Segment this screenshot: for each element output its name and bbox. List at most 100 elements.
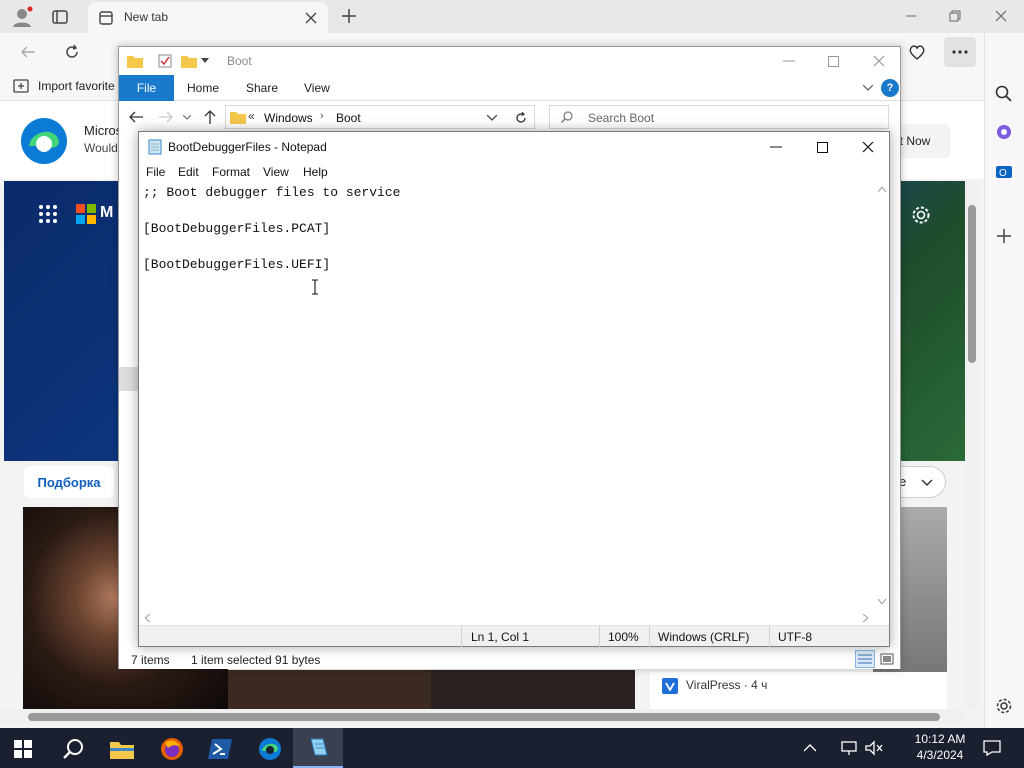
import-favorites-link[interactable]: Import favorite [38, 79, 115, 93]
minimize-icon[interactable] [898, 6, 924, 26]
microsoft-logo-icon [75, 203, 97, 225]
notepad-content[interactable]: ;; Boot debugger files to service [BootD… [143, 184, 400, 274]
search-icon[interactable] [991, 81, 1017, 107]
notifications-icon[interactable] [980, 736, 1004, 760]
edge-sidebar: O [984, 33, 1024, 728]
taskbar [0, 728, 1024, 768]
text-cursor-icon [309, 278, 321, 296]
recent-locations-icon[interactable] [181, 111, 193, 123]
selection-info: 1 item selected 91 bytes [191, 653, 321, 667]
tab-actions-icon[interactable] [50, 7, 70, 27]
menu-view[interactable]: View [263, 165, 289, 179]
ribbon-tab-file[interactable]: File [119, 75, 174, 101]
explorer-close-icon[interactable] [869, 53, 889, 69]
scroll-right-icon[interactable] [860, 612, 870, 623]
feed-image-3[interactable] [431, 670, 635, 709]
menu-edit[interactable]: Edit [178, 165, 199, 179]
edge-logo-icon [18, 115, 70, 167]
menu-format[interactable]: Format [212, 165, 250, 179]
explorer-search-icon [560, 110, 574, 124]
new-tab-plus-icon[interactable] [338, 5, 360, 27]
close-window-icon[interactable] [988, 6, 1014, 26]
file-explorer-taskbar-icon[interactable] [108, 737, 136, 761]
chevron-down-icon [919, 475, 935, 491]
explorer-search-field[interactable]: Search Boot [549, 105, 889, 129]
notepad-status-bar: Ln 1, Col 1 100% Windows (CRLF) UTF-8 [139, 625, 889, 647]
system-tray-icons[interactable] [840, 738, 900, 758]
notepad-taskbar-button[interactable] [293, 728, 343, 768]
browser-essentials-icon[interactable] [906, 41, 928, 63]
explorer-maximize-icon[interactable] [823, 53, 843, 69]
explorer-address-bar[interactable]: « Windows › Boot [225, 105, 535, 129]
close-tab-icon[interactable] [302, 9, 320, 27]
vertical-scroll-thumb[interactable] [968, 205, 976, 363]
import-favorites-icon[interactable] [12, 78, 30, 94]
explorer-back-icon[interactable] [127, 108, 145, 126]
details-view-icon[interactable] [855, 650, 875, 668]
explorer-title: Boot [227, 54, 252, 68]
tab-new-tab[interactable]: New tab [88, 2, 328, 33]
explorer-minimize-icon[interactable] [779, 53, 799, 69]
notepad-vertical-scrollbar[interactable] [874, 182, 889, 610]
notepad-maximize-icon[interactable] [811, 138, 833, 156]
show-hidden-icons-icon[interactable] [802, 738, 818, 758]
notepad-titlebar: BootDebuggerFiles - Notepad [139, 132, 889, 162]
explorer-refresh-icon[interactable] [512, 109, 530, 127]
scroll-down-icon[interactable] [876, 596, 887, 606]
powershell-taskbar-icon[interactable] [206, 736, 234, 762]
more-options-icon[interactable] [944, 37, 976, 67]
news-source: ViralPress · 4 ч [686, 678, 768, 692]
address-dropdown-icon[interactable] [486, 112, 498, 124]
up-folder-icon[interactable] [201, 108, 219, 126]
taskbar-clock[interactable]: 10:12 AM 4/3/2024 [905, 730, 975, 766]
expand-ribbon-icon[interactable] [861, 81, 875, 95]
copilot-sidebar-icon[interactable] [991, 119, 1017, 145]
restore-icon[interactable] [942, 6, 968, 26]
back-icon[interactable] [18, 42, 38, 62]
news-card[interactable]: ViralPress · 4 ч [650, 672, 947, 709]
feed-image-2[interactable] [228, 670, 431, 709]
folder-icon [127, 53, 143, 69]
notepad-minimize-icon[interactable] [765, 138, 787, 156]
notepad-app-icon [147, 139, 163, 155]
profile-avatar-icon[interactable] [10, 5, 34, 29]
ribbon-tab-view[interactable]: View [304, 81, 330, 95]
taskbar-search-icon[interactable] [60, 736, 86, 762]
page-settings-icon[interactable] [908, 202, 934, 228]
properties-quick-icon[interactable] [157, 53, 173, 69]
sidebar-settings-icon[interactable] [991, 693, 1017, 719]
notepad-close-icon[interactable] [857, 138, 879, 156]
viralpress-logo-icon [662, 678, 678, 694]
apps-grid-icon[interactable] [36, 202, 60, 226]
large-icons-view-icon[interactable] [877, 650, 897, 668]
add-sidebar-app-icon[interactable] [991, 223, 1017, 249]
breadcrumb-separator-icon: › [320, 110, 324, 122]
scroll-left-icon[interactable] [142, 612, 152, 623]
breadcrumb-windows[interactable]: Windows [264, 111, 313, 125]
search-placeholder: Search Boot [588, 111, 655, 125]
breadcrumb-boot[interactable]: Boot [336, 111, 361, 125]
notepad-text-area[interactable]: ;; Boot debugger files to service [BootD… [139, 182, 889, 610]
ribbon-tab-home[interactable]: Home [187, 81, 219, 95]
quick-access-dropdown-icon[interactable] [199, 55, 211, 67]
nav-pane-selection[interactable] [119, 367, 139, 391]
line-endings: Windows (CRLF) [658, 630, 750, 644]
menu-file[interactable]: File [146, 165, 165, 179]
horizontal-scroll-thumb[interactable] [28, 713, 940, 721]
address-folder-icon [230, 109, 246, 125]
tab-bar: New tab [0, 0, 1024, 33]
help-icon[interactable]: ? [881, 79, 899, 97]
feed-tab-podborka[interactable]: Подборка [24, 466, 114, 498]
refresh-icon[interactable] [62, 42, 82, 62]
scroll-up-icon[interactable] [876, 184, 887, 194]
notepad-horizontal-scrollbar[interactable] [139, 610, 874, 625]
outlook-icon[interactable]: O [991, 159, 1017, 185]
new-folder-quick-icon[interactable] [181, 53, 197, 69]
edge-taskbar-icon[interactable] [256, 736, 284, 762]
ribbon-tab-share[interactable]: Share [246, 81, 278, 95]
breadcrumb-overflow[interactable]: « [248, 109, 255, 123]
firefox-taskbar-icon[interactable] [158, 736, 186, 762]
start-windows-icon[interactable] [12, 738, 34, 760]
menu-help[interactable]: Help [303, 165, 328, 179]
explorer-forward-icon[interactable] [157, 108, 175, 126]
